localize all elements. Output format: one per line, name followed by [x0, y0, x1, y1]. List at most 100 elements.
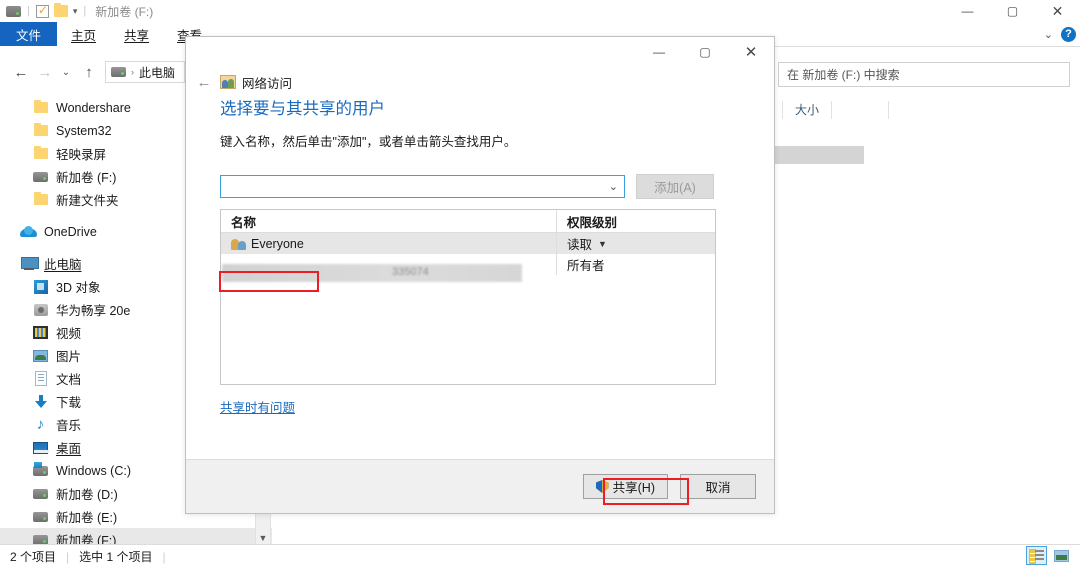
- tab-home[interactable]: 主页: [57, 22, 110, 46]
- screen-root: | ▾ | 新加卷 (F:) — ▢ ✕ 文件 主页 共享 查看 ⌄ ?: [0, 0, 1080, 568]
- file-list-column-headers: 大小: [782, 98, 890, 122]
- title-bar: | ▾ | 新加卷 (F:) — ▢ ✕: [0, 0, 1080, 22]
- folder-icon: [32, 146, 49, 162]
- permission-label: 读取: [567, 238, 593, 252]
- sidebar-item-label: 轻映录屏: [56, 148, 107, 162]
- sidebar-item-label: 下载: [56, 396, 82, 410]
- drive-icon[interactable]: [6, 5, 21, 17]
- sidebar-item-label: OneDrive: [44, 224, 97, 239]
- column-header-size[interactable]: 大小: [782, 101, 831, 119]
- drive-icon: [32, 486, 49, 502]
- sidebar-item-label: 华为畅享 20e: [56, 304, 131, 318]
- help-icon[interactable]: ?: [1061, 26, 1076, 42]
- cancel-button-label: 取消: [705, 481, 731, 495]
- drive-icon: [32, 509, 49, 525]
- music-icon: ♪: [36, 415, 45, 433]
- status-divider: |: [162, 549, 166, 564]
- share-button[interactable]: 共享(H): [582, 474, 668, 499]
- sharing-problems-link[interactable]: 共享时有问题: [220, 397, 295, 416]
- redacted-file-row: [772, 146, 864, 164]
- ribbon-right-controls: ⌄ ?: [1044, 22, 1076, 46]
- sidebar-item-label: 此电脑: [44, 258, 82, 272]
- details-view-icon[interactable]: [1026, 546, 1047, 565]
- column-header-extra[interactable]: [831, 101, 890, 119]
- dialog-subtext: 键入名称，然后单击"添加"，或者单击箭头查找用户。: [220, 135, 517, 149]
- table-row[interactable]: Everyone 读取 ▼: [221, 233, 715, 254]
- network-users-icon: [220, 75, 236, 89]
- recent-locations-button[interactable]: ⌄: [58, 61, 74, 83]
- folder-icon: [32, 192, 49, 208]
- dialog-minimize-button[interactable]: —: [636, 37, 682, 67]
- dialog-footer: 共享(H) 取消: [186, 459, 774, 513]
- window-title: 新加卷 (F:): [95, 4, 154, 19]
- maximize-button[interactable]: ▢: [990, 0, 1035, 22]
- up-button[interactable]: ↑: [78, 61, 100, 83]
- selection-label: 选中 1 个项目: [79, 550, 153, 564]
- item-count-label: 2 个项目: [10, 550, 57, 564]
- sidebar-item-label: 文档: [56, 373, 82, 387]
- cancel-button[interactable]: 取消: [680, 474, 756, 499]
- dialog-window-controls: — ▢ ✕: [636, 37, 774, 67]
- table-row[interactable]: 335074 所有者: [221, 254, 715, 282]
- forward-button[interactable]: →: [34, 61, 56, 83]
- pictures-icon: [32, 348, 49, 364]
- tab-share[interactable]: 共享: [110, 22, 163, 46]
- toolbar-divider: |: [83, 5, 87, 17]
- large-icons-view-icon[interactable]: [1051, 546, 1072, 565]
- breadcrumb-separator: ›: [131, 67, 134, 77]
- table-header-row: 名称 权限级别: [221, 210, 715, 233]
- share-button-label: 共享(H): [612, 481, 655, 495]
- chevron-down-icon[interactable]: ▼: [598, 239, 607, 249]
- sidebar-item-label: 新加卷 (F:): [56, 171, 117, 185]
- chevron-down-icon[interactable]: ▾: [73, 6, 78, 17]
- user-name-cell[interactable]: Everyone: [221, 233, 557, 254]
- downloads-icon: [32, 394, 49, 410]
- chevron-down-icon[interactable]: ⌄: [609, 180, 618, 193]
- user-name-combobox[interactable]: ⌄: [220, 175, 625, 198]
- properties-icon[interactable]: [35, 3, 49, 18]
- new-folder-icon[interactable]: [53, 3, 68, 17]
- user-name-label: Everyone: [251, 236, 304, 251]
- dialog-maximize-button[interactable]: ▢: [682, 37, 728, 67]
- chevron-down-icon[interactable]: ⌄: [1044, 28, 1053, 41]
- dialog-header-row: ← 网络访问: [186, 69, 774, 95]
- sidebar-item-label: Wondershare: [56, 100, 131, 115]
- add-button[interactable]: 添加(A): [636, 174, 714, 199]
- column-header-permission: 权限级别: [567, 215, 618, 230]
- dialog-title-bar: — ▢ ✕: [186, 37, 774, 67]
- close-button[interactable]: ✕: [1035, 0, 1080, 22]
- dialog-heading: 选择要与其共享的用户: [220, 100, 385, 118]
- tab-file[interactable]: 文件: [0, 22, 58, 46]
- sidebar-item-label: 图片: [56, 350, 82, 364]
- address-bar[interactable]: › 此电脑: [105, 61, 185, 83]
- quick-access-toolbar: | ▾ |: [6, 3, 87, 18]
- chevron-down-icon[interactable]: ▼: [256, 533, 270, 543]
- search-input[interactable]: 在 新加卷 (F:) 中搜索: [778, 62, 1070, 87]
- phone-icon: [32, 302, 49, 318]
- folder-icon: [32, 123, 49, 139]
- sidebar-item-label: 新加卷 (E:): [56, 511, 118, 525]
- breadcrumb-this-pc[interactable]: 此电脑: [139, 64, 175, 81]
- sidebar-item-label: Windows (C:): [56, 463, 132, 478]
- status-divider: |: [66, 549, 70, 564]
- toolbar-divider: |: [27, 5, 30, 17]
- sidebar-item-label: System32: [56, 123, 112, 138]
- user-name-cell[interactable]: 335074: [221, 254, 557, 282]
- drive-icon: [32, 169, 49, 185]
- permission-cell[interactable]: 读取 ▼: [557, 233, 715, 254]
- view-mode-buttons: [1026, 546, 1072, 565]
- permission-label: 所有者: [567, 259, 605, 273]
- dialog-back-button[interactable]: ←: [192, 74, 216, 91]
- sidebar-item-label: 新建文件夹: [56, 194, 119, 208]
- computer-icon: [20, 256, 39, 272]
- back-button[interactable]: ←: [10, 61, 32, 83]
- sidebar-item-label: 新加卷 (D:): [56, 488, 118, 502]
- dialog-action-buttons: 共享(H) 取消: [582, 474, 756, 499]
- 3d-objects-icon: [32, 279, 49, 295]
- network-access-dialog: — ▢ ✕ ← 网络访问 选择要与其共享的用户 键入名称，然后单击"添加"，或者…: [185, 36, 775, 514]
- documents-icon: [32, 371, 49, 387]
- minimize-button[interactable]: —: [945, 0, 990, 22]
- ribbon-divider: [768, 46, 1080, 47]
- search-placeholder: 在 新加卷 (F:) 中搜索: [787, 68, 900, 82]
- dialog-close-button[interactable]: ✕: [728, 37, 774, 67]
